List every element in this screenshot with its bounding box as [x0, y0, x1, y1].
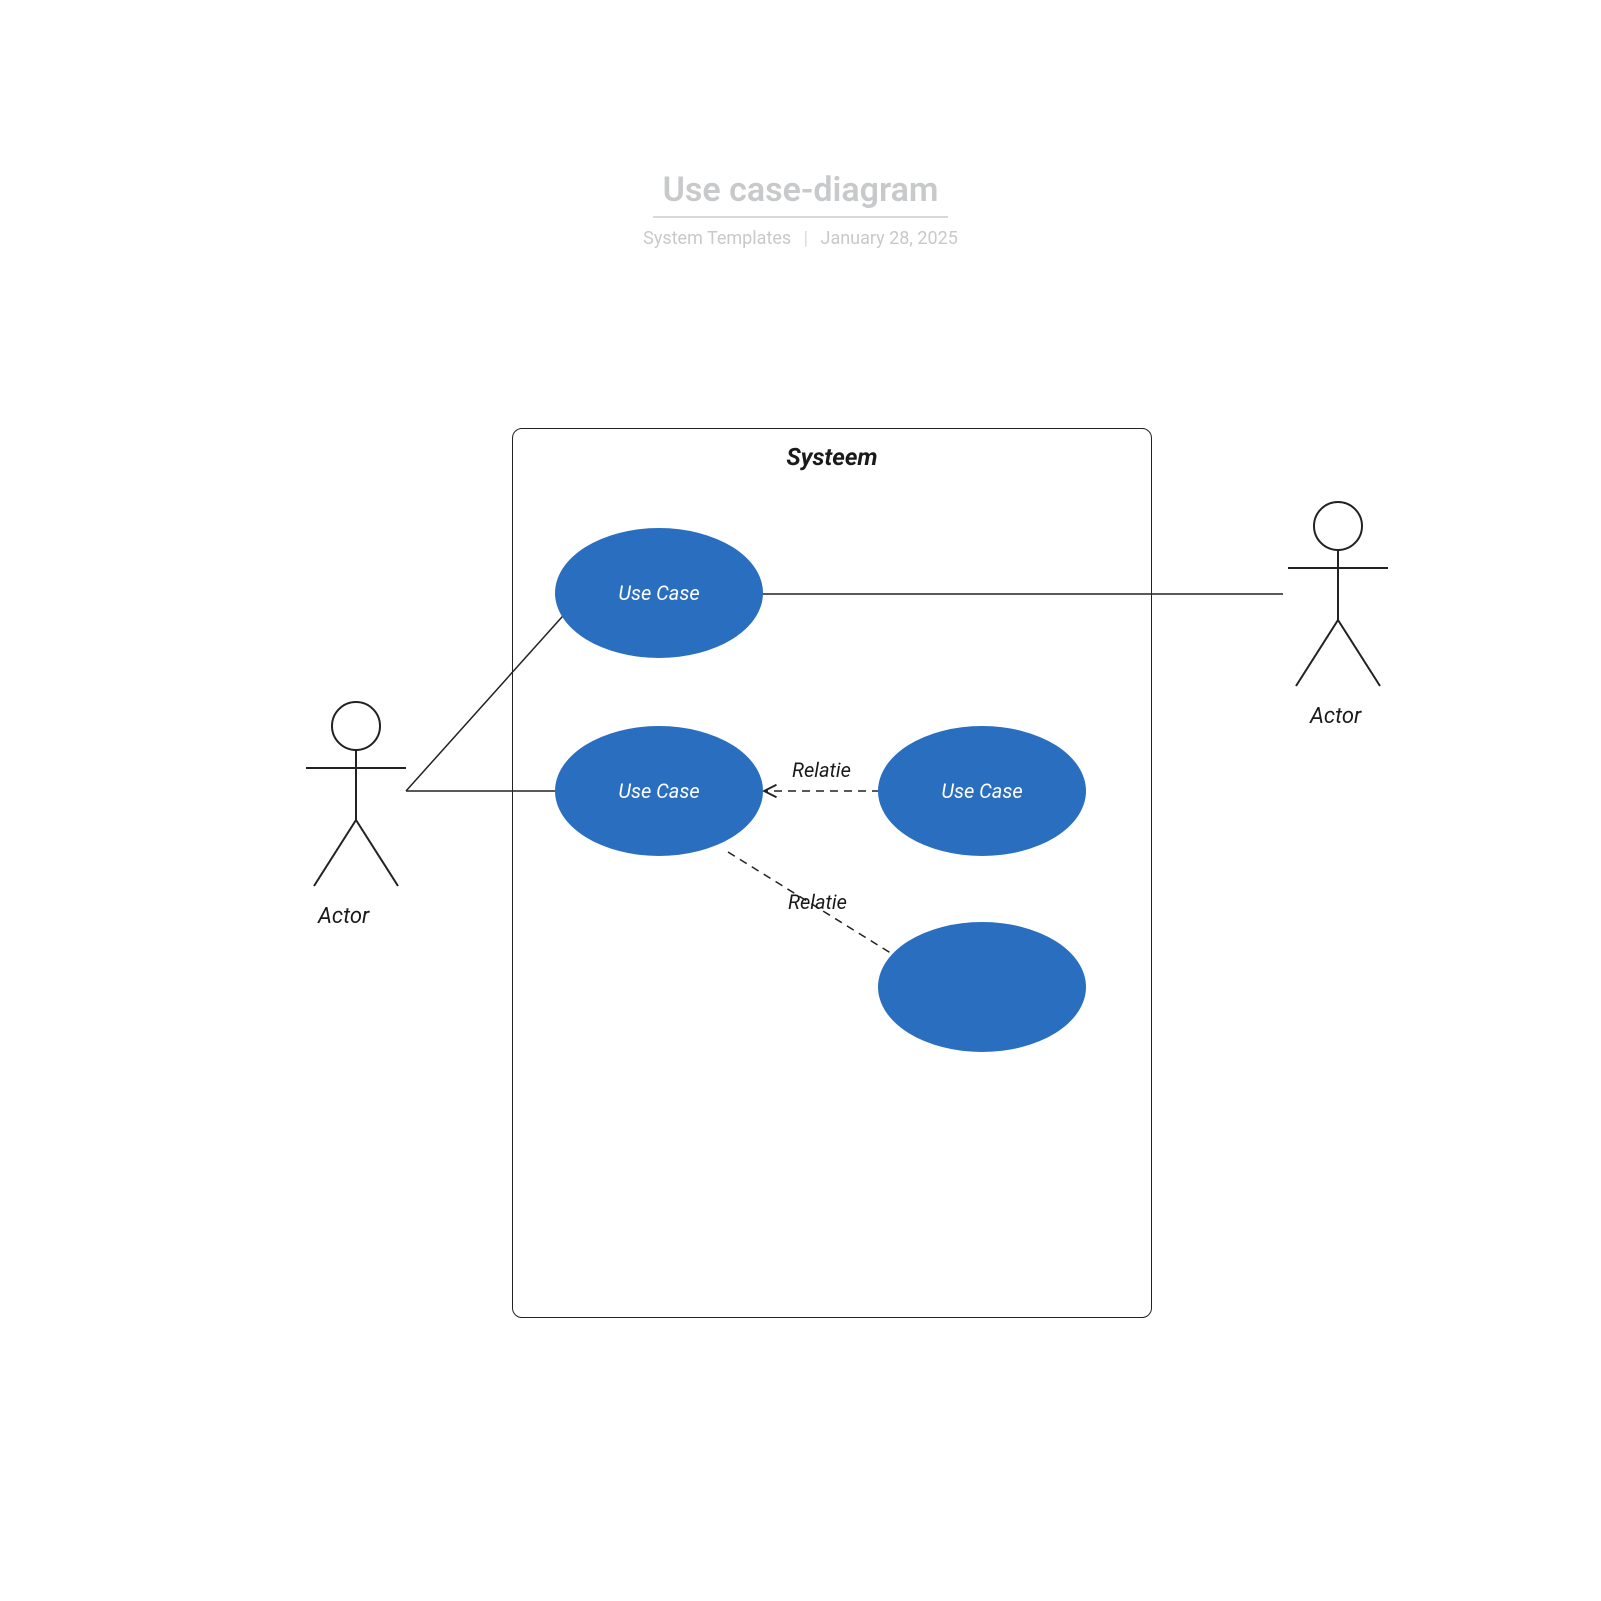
- usecase-3-label: Use Case: [941, 779, 1022, 803]
- actor-left: [296, 700, 416, 890]
- subtitle-right: January 28, 2025: [821, 228, 958, 249]
- actor-icon: [1278, 500, 1398, 690]
- diagram-header: Use case-diagram System Templates | Janu…: [0, 170, 1601, 249]
- usecase-4: [878, 922, 1086, 1052]
- actor-icon: [296, 700, 416, 890]
- diagram-title: Use case-diagram: [653, 170, 949, 218]
- actor-right: [1278, 500, 1398, 690]
- subtitle-left: System Templates: [643, 228, 791, 249]
- usecase-2: Use Case: [555, 726, 763, 856]
- relation-label-2: Relatie: [788, 890, 847, 914]
- system-title: Systeem: [513, 443, 1151, 471]
- usecase-1-label: Use Case: [618, 581, 699, 605]
- usecase-3: Use Case: [878, 726, 1086, 856]
- subtitle-separator: |: [804, 228, 808, 249]
- diagram-subtitle: System Templates | January 28, 2025: [0, 228, 1601, 249]
- usecase-2-label: Use Case: [618, 779, 699, 803]
- relation-label-1: Relatie: [792, 758, 851, 782]
- actor-left-label: Actor: [318, 904, 369, 929]
- actor-right-label: Actor: [1310, 704, 1361, 729]
- usecase-1: Use Case: [555, 528, 763, 658]
